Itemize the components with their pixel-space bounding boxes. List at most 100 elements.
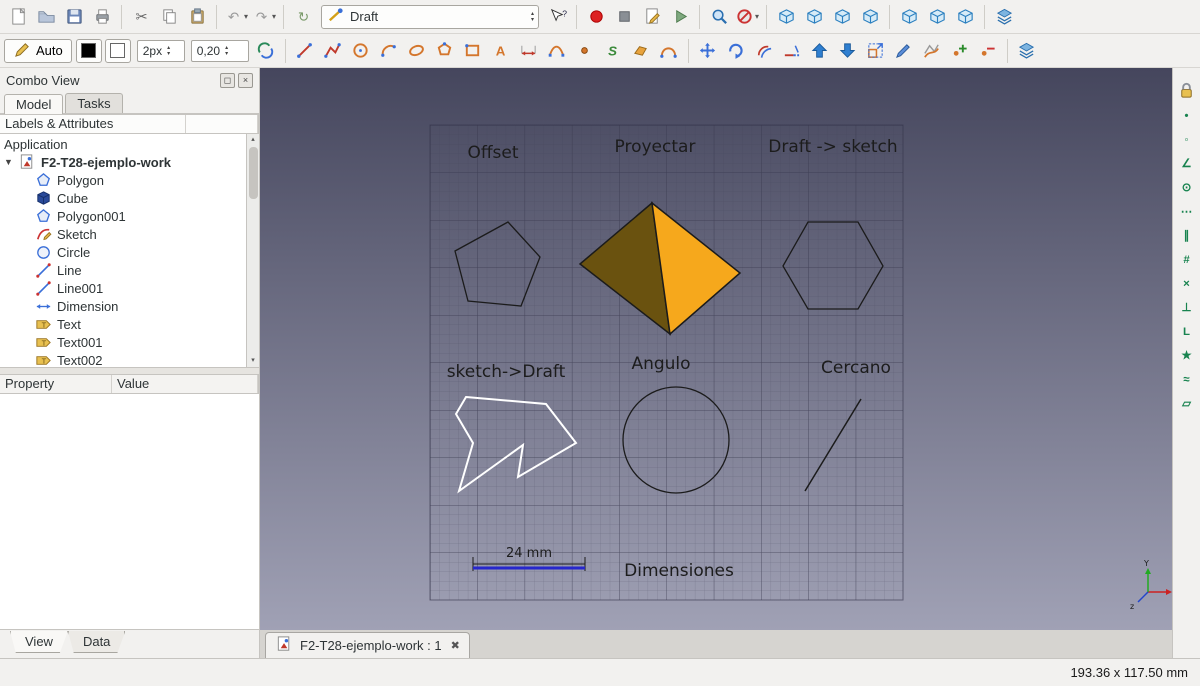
tree-item-text002[interactable]: TText002 — [0, 351, 246, 367]
draw-style-button[interactable]: ▾ — [733, 3, 761, 31]
view-left-button[interactable] — [951, 3, 979, 31]
macro-play-button[interactable] — [666, 3, 694, 31]
view-rear-button[interactable] — [895, 3, 923, 31]
tree-item-document[interactable]: ▼F2-T28-ejemplo-work — [0, 153, 246, 171]
view-front-button[interactable] — [800, 3, 828, 31]
draft-ellipse-button[interactable] — [403, 37, 431, 65]
snap-midpoint-toggle[interactable]: ◦ — [1175, 128, 1199, 149]
draft-point-button[interactable] — [571, 37, 599, 65]
tab-tasks[interactable]: Tasks — [65, 93, 122, 113]
snap-intersection-toggle[interactable]: × — [1175, 272, 1199, 293]
new-file-button[interactable] — [4, 3, 32, 31]
redo-button[interactable]: ↷▾ — [250, 3, 278, 31]
print-button[interactable] — [88, 3, 116, 31]
draft-line-button[interactable] — [291, 37, 319, 65]
dropdown-arrow-icon[interactable]: ▾ — [272, 12, 276, 21]
tree-item-dimension[interactable]: Dimension — [0, 297, 246, 315]
tab-data[interactable]: Data — [68, 631, 125, 653]
tree-item-circle[interactable]: Circle — [0, 243, 246, 261]
snap-special-toggle[interactable]: ★ — [1175, 344, 1199, 365]
label-24mm[interactable]: 24 mm — [506, 546, 552, 561]
draft-scale-button[interactable] — [862, 37, 890, 65]
tree-header-label[interactable]: Labels & Attributes — [0, 115, 186, 133]
dropdown-arrow-icon[interactable]: ▾ — [755, 12, 759, 21]
draft-wire-to-bspline-button[interactable] — [918, 37, 946, 65]
draft-edit-button[interactable] — [890, 37, 918, 65]
draft-trimex-button[interactable] — [778, 37, 806, 65]
draft-dimension-button[interactable] — [515, 37, 543, 65]
copy-button[interactable] — [155, 3, 183, 31]
cut-button[interactable]: ✂ — [127, 3, 155, 31]
scroll-up-icon[interactable]: ▴ — [251, 134, 255, 146]
snap-grid-toggle[interactable]: # — [1175, 248, 1199, 269]
tree-item-line[interactable]: Line — [0, 261, 246, 279]
spinner-arrows-icon[interactable]: ▴▾ — [225, 45, 228, 57]
macro-edit-button[interactable] — [638, 3, 666, 31]
snap-endpoint-toggle[interactable]: • — [1175, 104, 1199, 125]
undo-button[interactable]: ↶▾ — [222, 3, 250, 31]
tree-item-sketch[interactable]: Sketch — [0, 225, 246, 243]
tree-item-polygon001[interactable]: Polygon001 — [0, 207, 246, 225]
draft-layers-button[interactable] — [1013, 37, 1041, 65]
snap-angle-toggle[interactable]: ∠ — [1175, 152, 1199, 173]
whats-this-button[interactable]: ? — [543, 3, 571, 31]
refresh-button[interactable]: ↻ — [289, 3, 317, 31]
draft-remove-point-button[interactable] — [974, 37, 1002, 65]
draft-circle-button[interactable] — [347, 37, 375, 65]
fit-all-button[interactable] — [705, 3, 733, 31]
label-draft-to-sketch[interactable]: Draft -> sketch — [768, 137, 897, 157]
draft-upgrade-button[interactable] — [806, 37, 834, 65]
label-angulo[interactable]: Angulo — [631, 354, 690, 374]
line-width-spinbox[interactable]: 2px ▴▾ — [137, 40, 185, 62]
text-scale-spinbox[interactable]: 0,20 ▴▾ — [191, 40, 249, 62]
draft-shapestring-button[interactable]: S — [599, 37, 627, 65]
dropdown-arrow-icon[interactable]: ▾ — [244, 12, 248, 21]
draft-polygon-button[interactable] — [431, 37, 459, 65]
draft-move-button[interactable] — [694, 37, 722, 65]
open-file-button[interactable] — [32, 3, 60, 31]
scrollbar-thumb[interactable] — [249, 147, 258, 199]
draft-offset-button[interactable] — [750, 37, 778, 65]
tree-scrollbar[interactable]: ▴ ▾ — [246, 134, 259, 367]
label-offset[interactable]: Offset — [467, 143, 518, 163]
tab-model[interactable]: Model — [4, 94, 63, 114]
expander-icon[interactable]: ▼ — [4, 157, 14, 167]
snap-center-toggle[interactable]: ⊙ — [1175, 176, 1199, 197]
tab-close-icon[interactable]: ✖ — [451, 639, 460, 652]
draft-add-point-button[interactable] — [946, 37, 974, 65]
snap-ortho-toggle[interactable]: L — [1175, 320, 1199, 341]
draft-text-button[interactable]: A — [487, 37, 515, 65]
scroll-down-icon[interactable]: ▾ — [251, 355, 255, 367]
float-panel-button[interactable]: ◻ — [220, 73, 235, 88]
snap-lock-toggle[interactable] — [1175, 80, 1199, 101]
paste-button[interactable] — [183, 3, 211, 31]
document-tab[interactable]: F2-T28-ejemplo-work : 1 ✖ — [265, 632, 470, 658]
draft-rectangle-button[interactable] — [459, 37, 487, 65]
property-table-body[interactable] — [0, 394, 259, 630]
label-proyectar[interactable]: Proyectar — [615, 137, 696, 157]
save-button[interactable] — [60, 3, 88, 31]
draft-bezier-button[interactable] — [655, 37, 683, 65]
dock-views-button[interactable] — [990, 3, 1018, 31]
snap-extension-toggle[interactable]: ⋯ — [1175, 200, 1199, 221]
property-column-header[interactable]: Property — [0, 375, 112, 393]
macro-stop-button[interactable] — [610, 3, 638, 31]
workbench-selector[interactable]: Draft ▴▾ — [321, 5, 539, 29]
label-cercano[interactable]: Cercano — [821, 358, 891, 378]
macro-record-button[interactable] — [582, 3, 610, 31]
draft-arc-button[interactable] — [375, 37, 403, 65]
tab-view[interactable]: View — [10, 631, 68, 653]
working-plane-button[interactable]: Auto — [4, 39, 72, 63]
view-bottom-button[interactable] — [923, 3, 951, 31]
value-column-header[interactable]: Value — [112, 375, 258, 393]
draft-bspline-button[interactable] — [543, 37, 571, 65]
spinner-arrows-icon[interactable]: ▴▾ — [167, 45, 170, 57]
tree-item-polygon[interactable]: Polygon — [0, 171, 246, 189]
tree-item-cube[interactable]: Cube — [0, 189, 246, 207]
view-isometric-button[interactable] — [772, 3, 800, 31]
label-dimensiones[interactable]: Dimensiones — [624, 561, 734, 581]
draft-downgrade-button[interactable] — [834, 37, 862, 65]
face-color-swatch[interactable] — [105, 39, 131, 63]
tree-item-text001[interactable]: TText001 — [0, 333, 246, 351]
close-panel-button[interactable]: × — [238, 73, 253, 88]
